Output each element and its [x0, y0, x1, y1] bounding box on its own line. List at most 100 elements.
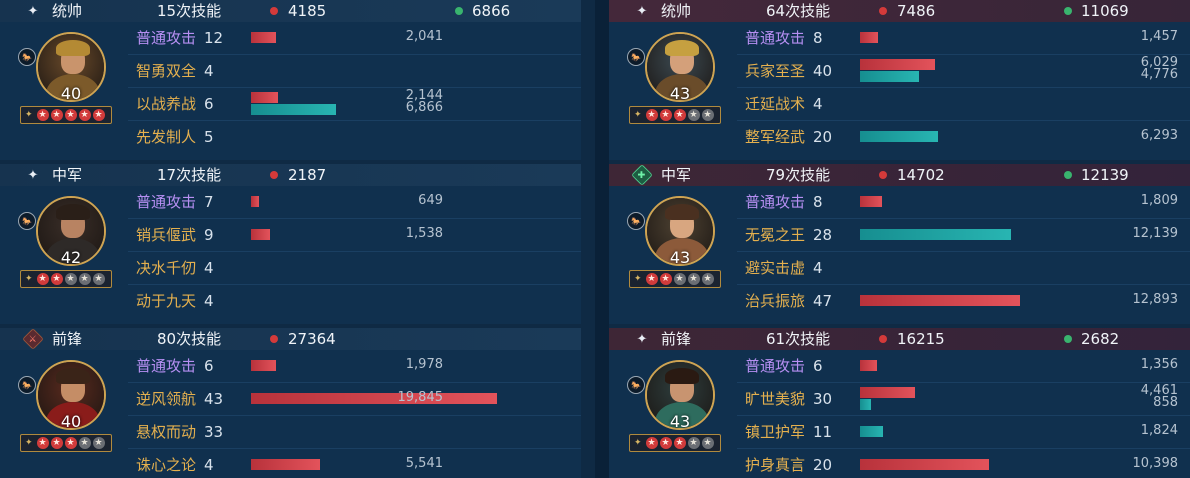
damage-bar	[860, 387, 915, 398]
hero-card[interactable]: 🐎 43 ✦ ★ ★ ★ ★ ★	[625, 356, 725, 460]
left-panel-1: ✦ 统帅 15次技能 4185 6866 🐎 40 ✦ ★ ★ ★ ★ ★ 普通攻击 12 2,041 智勇双全…	[0, 0, 581, 160]
star-icon: ★	[50, 437, 63, 449]
skill-row[interactable]: 镇卫护军 11 1,824	[737, 416, 1190, 449]
sword-icon: ⚔	[28, 333, 38, 345]
panel-header: ✦ 中军 17次技能 2187	[0, 164, 581, 186]
total-damage: 27364	[288, 330, 336, 348]
skill-count-label: 64次技能	[766, 2, 831, 20]
skill-uses: 8	[813, 29, 823, 47]
star-icon: ★	[673, 437, 686, 449]
skill-count-label: 79次技能	[766, 166, 831, 184]
skill-row[interactable]: 护身真言 20 10,398	[737, 449, 1190, 478]
star-icon: ★	[64, 109, 77, 121]
skill-count-label: 15次技能	[157, 2, 222, 20]
skill-name: 逆风领航	[136, 390, 197, 408]
right-panel-3: ✦ 前锋 61次技能 16215 2682 🐎 43 ✦ ★ ★ ★ ★ ★ 普通攻击 6 1,356 旷世美貌…	[609, 328, 1190, 478]
damage-bar	[860, 295, 1020, 306]
skill-name: 普通攻击	[745, 193, 806, 211]
total-damage: 16215	[897, 330, 945, 348]
star-icon: ★	[36, 109, 49, 121]
damage-bar	[860, 459, 989, 470]
right-panel-1: ✦ 统帅 64次技能 7486 11069 🐎 43 ✦ ★ ★ ★ ★ ★ 普通攻击 8 1,457 兵家至圣…	[609, 0, 1190, 160]
heal-bar	[251, 104, 336, 115]
star-icon: ★	[673, 273, 686, 285]
skill-row[interactable]: 决水千仞 4	[128, 252, 581, 285]
star-icon: ★	[687, 273, 700, 285]
skill-row[interactable]: 普通攻击 7 649	[128, 186, 581, 219]
skill-uses: 20	[813, 456, 833, 474]
skill-name: 无冕之王	[745, 226, 806, 244]
portrait-hair	[56, 368, 90, 384]
damage-dot-icon	[270, 171, 278, 179]
skill-row[interactable]: 逆风领航 43 19,845	[128, 383, 581, 416]
skill-row[interactable]: 诛心之论 4 5,541	[128, 449, 581, 478]
skill-row[interactable]: 动于九天 4	[128, 285, 581, 318]
damage-bar	[860, 196, 882, 207]
total-damage: 7486	[897, 2, 936, 20]
heal-dot-icon	[455, 7, 463, 15]
star-rating: ✦ ★ ★ ★ ★ ★	[629, 270, 721, 288]
role-label: 统帅	[52, 2, 83, 20]
heal-bar	[860, 399, 871, 410]
skill-uses: 30	[813, 390, 833, 408]
skill-row[interactable]: 整军经武 20 6,293	[737, 121, 1190, 154]
sparkle-icon: ✦	[27, 167, 39, 183]
total-heal: 2682	[1081, 330, 1120, 348]
star-icon: ★	[50, 273, 63, 285]
star-icon: ★	[92, 437, 105, 449]
damage-value: 649	[418, 193, 443, 208]
star-rating: ✦ ★ ★ ★ ★ ★	[629, 106, 721, 124]
skill-row[interactable]: 迁延战术 4	[737, 88, 1190, 121]
hero-card[interactable]: 🐎 43 ✦ ★ ★ ★ ★ ★	[625, 192, 725, 296]
skill-uses: 5	[204, 128, 214, 146]
skill-uses: 12	[204, 29, 224, 47]
star-icon: ★	[78, 109, 91, 121]
skill-name: 动于九天	[136, 292, 197, 310]
skill-name: 诛心之论	[136, 456, 197, 474]
skill-uses: 9	[204, 226, 214, 244]
heal-bar	[860, 229, 1011, 240]
rank-icon: ✦	[634, 438, 642, 448]
skill-row[interactable]: 兵家至圣 40 6,029 4,776	[737, 55, 1190, 88]
skill-row[interactable]: 先发制人 5	[128, 121, 581, 154]
heal-dot-icon	[1064, 171, 1072, 179]
skill-row[interactable]: 无冕之王 28 12,139	[737, 219, 1190, 252]
skill-row[interactable]: 以战养战 6 2,144 6,866	[128, 88, 581, 121]
rank-icon: ✦	[25, 274, 33, 284]
skill-row[interactable]: 治兵振旅 47 12,893	[737, 285, 1190, 318]
star-icon: ★	[92, 273, 105, 285]
skill-row[interactable]: 智勇双全 4	[128, 55, 581, 88]
skill-row[interactable]: 普通攻击 6 1,356	[737, 350, 1190, 383]
skill-row[interactable]: 普通攻击 6 1,978	[128, 350, 581, 383]
skill-name: 普通攻击	[136, 29, 197, 47]
heal-bar	[860, 131, 938, 142]
star-icon: ★	[687, 109, 700, 121]
rank-icon: ✦	[634, 110, 642, 120]
damage-value: 19,845	[397, 390, 444, 405]
panel-header: ✦ 统帅 64次技能 7486 11069	[609, 0, 1190, 22]
heal-bar	[860, 71, 919, 82]
hero-level: 42	[60, 248, 82, 267]
role-label: 前锋	[52, 330, 83, 348]
skill-count-label: 17次技能	[157, 166, 222, 184]
hero-level: 43	[669, 84, 691, 103]
hero-card[interactable]: 🐎 42 ✦ ★ ★ ★ ★ ★	[16, 192, 116, 296]
skill-row[interactable]: 普通攻击 8 1,809	[737, 186, 1190, 219]
damage-bar	[251, 393, 497, 404]
skill-row[interactable]: 普通攻击 8 1,457	[737, 22, 1190, 55]
skill-name: 迁延战术	[745, 95, 806, 113]
portrait-hair	[56, 40, 90, 56]
hero-card[interactable]: 🐎 40 ✦ ★ ★ ★ ★ ★	[16, 28, 116, 132]
damage-value: 12,893	[1132, 292, 1179, 307]
troop-type-icon: 🐎	[627, 376, 645, 394]
skill-row[interactable]: 普通攻击 12 2,041	[128, 22, 581, 55]
hero-card[interactable]: 🐎 43 ✦ ★ ★ ★ ★ ★	[625, 28, 725, 132]
damage-value: 1,538	[405, 226, 443, 241]
skill-row[interactable]: 悬权而动 33	[128, 416, 581, 449]
hero-card[interactable]: 🐎 40 ✦ ★ ★ ★ ★ ★	[16, 356, 116, 460]
hero-level: 43	[669, 412, 691, 431]
skill-row[interactable]: 销兵偃武 9 1,538	[128, 219, 581, 252]
total-heal: 6866	[472, 2, 511, 20]
skill-row[interactable]: 避实击虚 4	[737, 252, 1190, 285]
skill-row[interactable]: 旷世美貌 30 4,461 858	[737, 383, 1190, 416]
